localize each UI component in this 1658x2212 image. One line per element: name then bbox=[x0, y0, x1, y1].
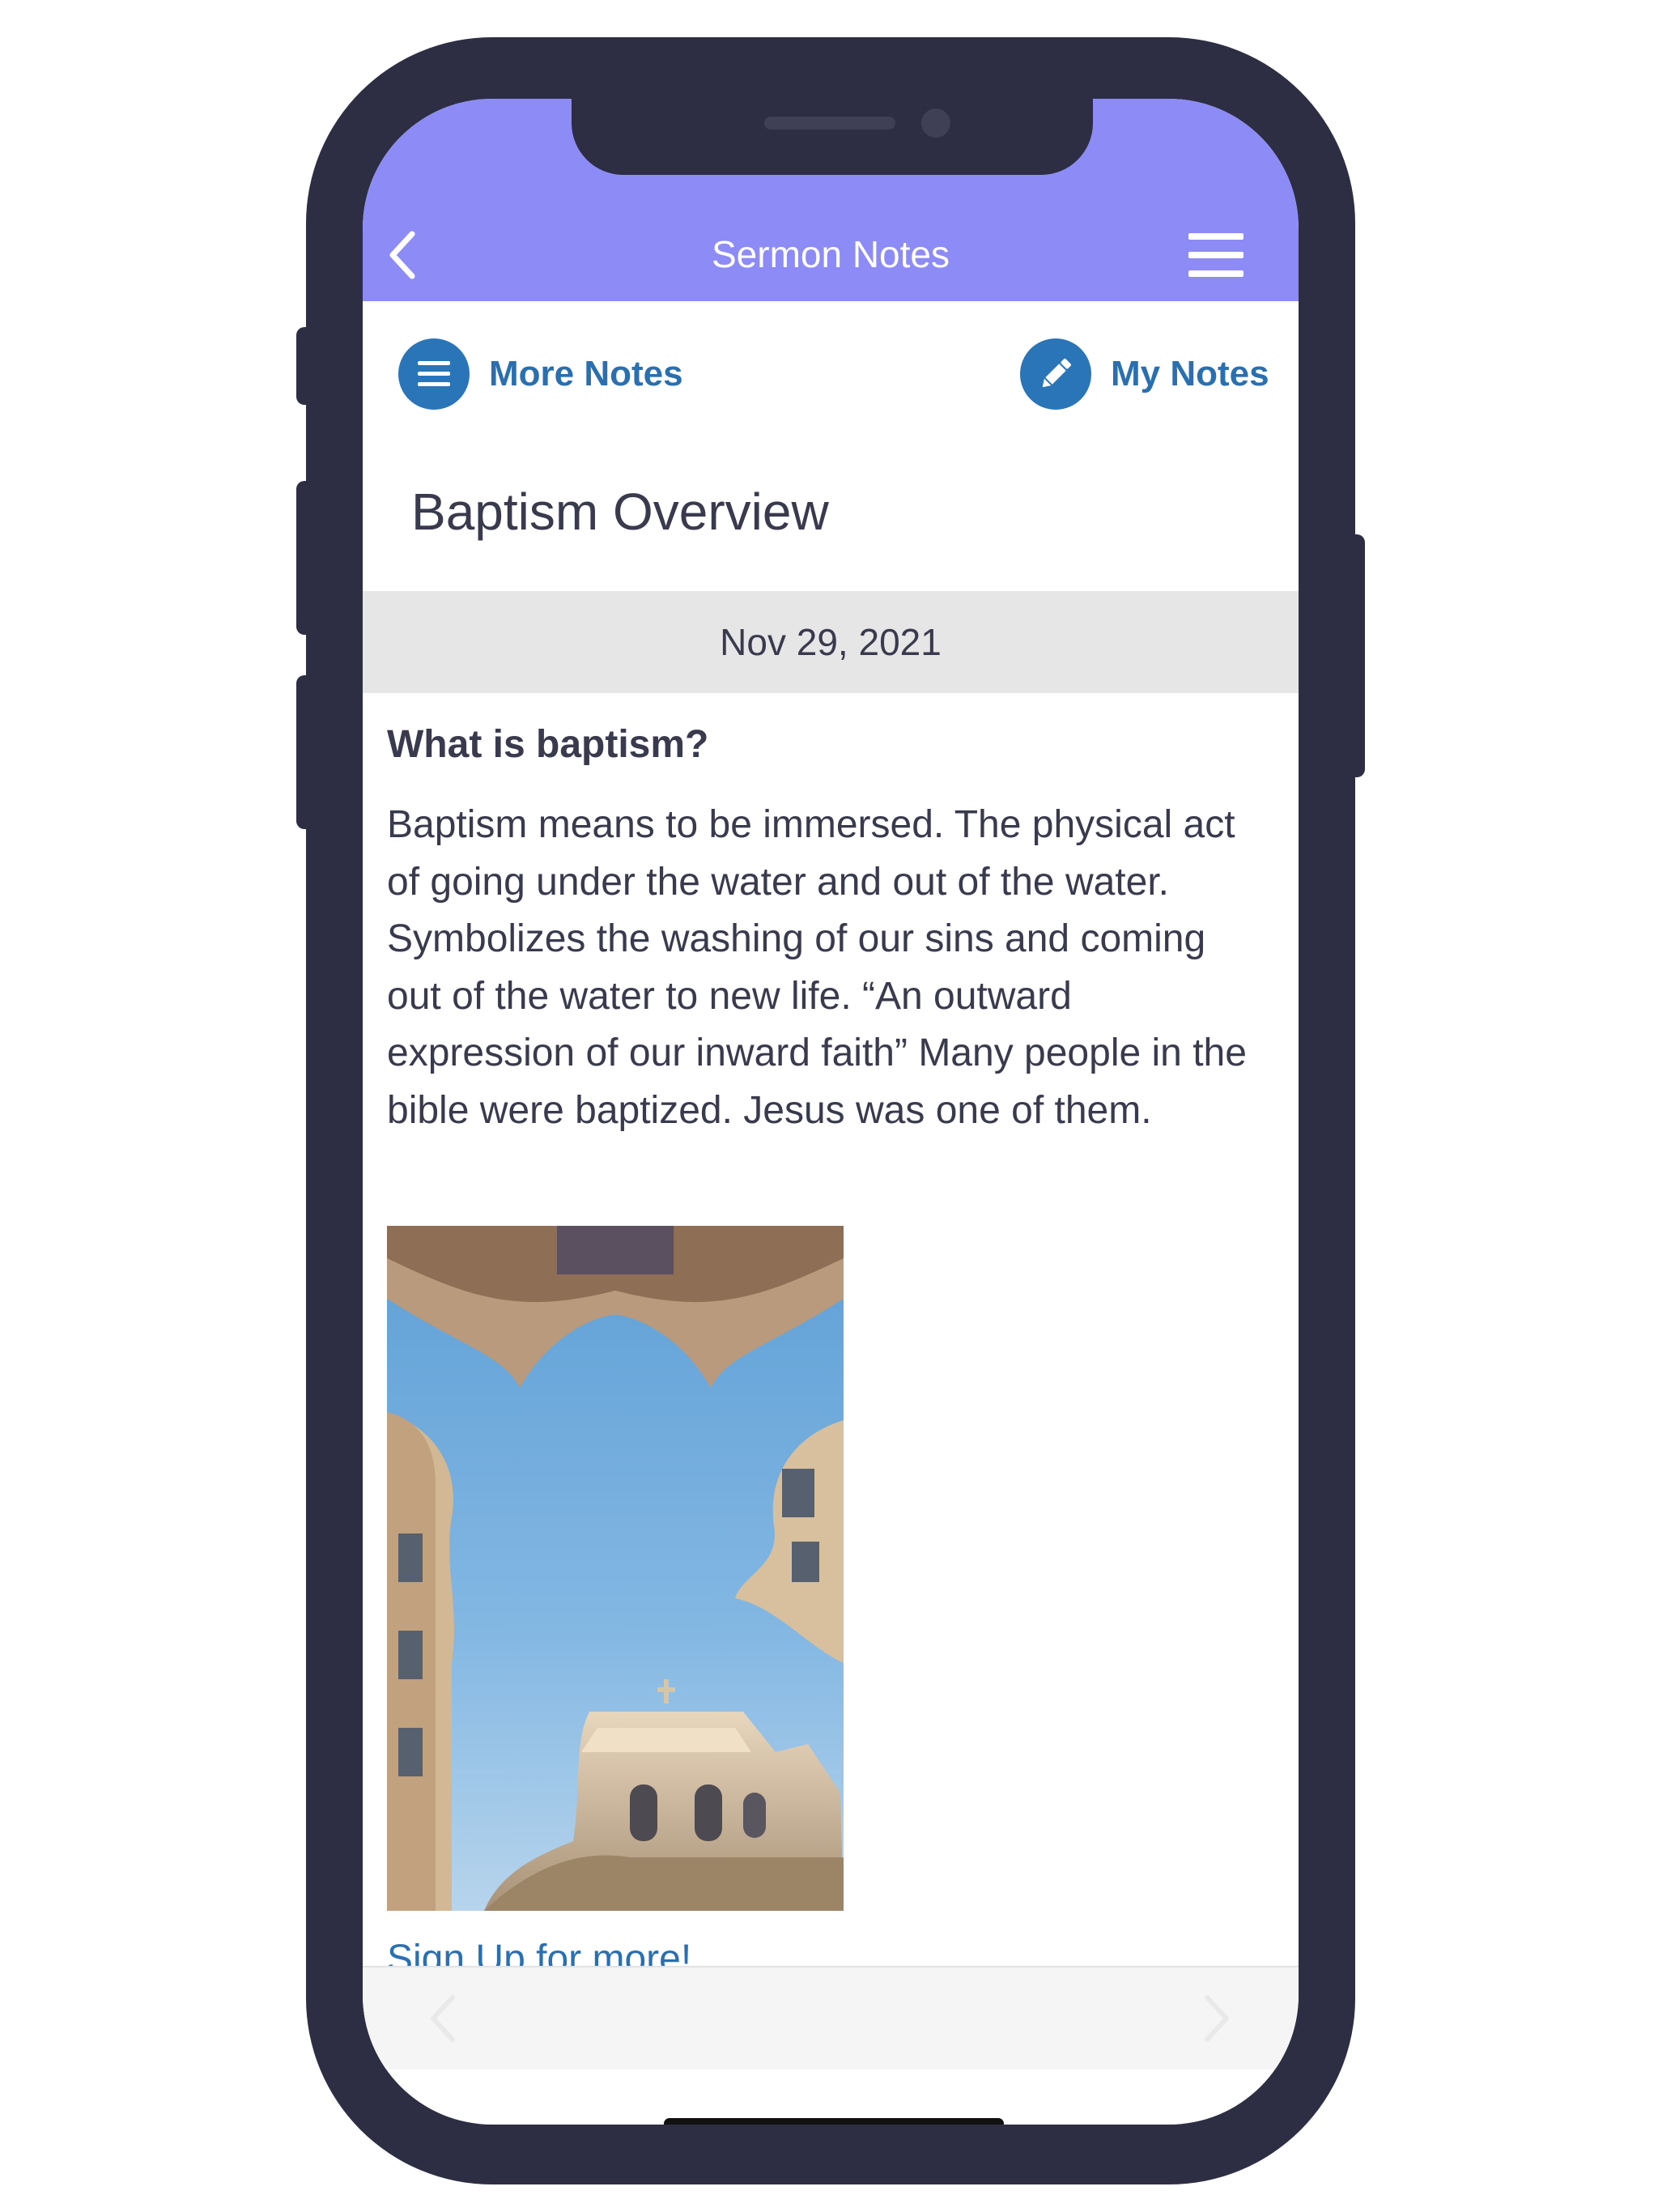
next-button[interactable] bbox=[1188, 1987, 1245, 2050]
cathedral-image bbox=[387, 1226, 844, 1911]
more-notes-label: More Notes bbox=[489, 354, 683, 393]
phone-screen: Sermon Notes More Notes My Notes Baptism… bbox=[363, 99, 1299, 2125]
my-notes-button[interactable]: My Notes bbox=[1020, 337, 1269, 411]
home-indicator bbox=[664, 2118, 1004, 2125]
note-title: Baptism Overview bbox=[411, 483, 829, 541]
bottom-nav-bar bbox=[363, 1966, 1299, 2069]
speaker-grille bbox=[764, 117, 895, 130]
chevron-right-icon bbox=[1205, 1995, 1229, 2042]
more-notes-button[interactable]: More Notes bbox=[398, 337, 683, 411]
list-icon bbox=[398, 338, 470, 410]
header-title: Sermon Notes bbox=[711, 233, 950, 275]
pencil-icon bbox=[1020, 338, 1091, 410]
chevron-left-icon bbox=[431, 1995, 455, 2042]
stage: Sermon Notes More Notes My Notes Baptism… bbox=[0, 0, 1658, 2212]
previous-button[interactable] bbox=[414, 1987, 471, 2050]
section-body: Baptism means to be immersed. The physic… bbox=[387, 803, 1247, 1132]
my-notes-label: My Notes bbox=[1111, 354, 1269, 393]
date-bar: Nov 29, 2021 bbox=[363, 591, 1299, 693]
menu-button[interactable] bbox=[1184, 227, 1248, 283]
front-camera bbox=[921, 108, 950, 138]
notch bbox=[572, 99, 1093, 175]
note-date: Nov 29, 2021 bbox=[720, 621, 942, 663]
section-heading: What is baptism? bbox=[387, 723, 709, 766]
